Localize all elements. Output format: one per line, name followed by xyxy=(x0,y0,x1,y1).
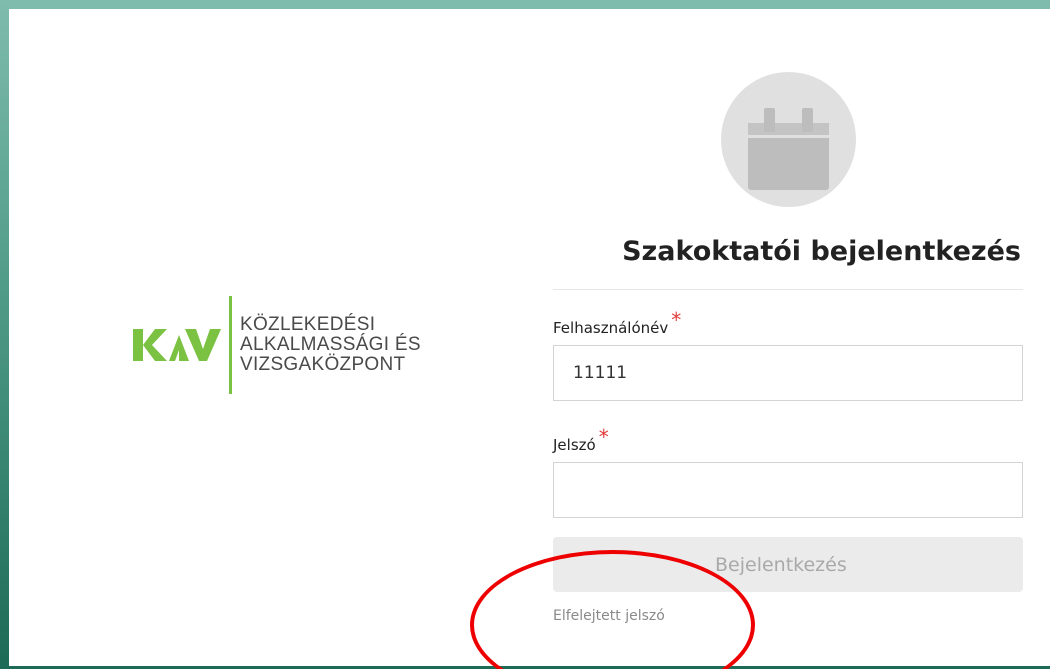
password-label-text: Jelszó xyxy=(553,436,596,454)
page-title: Szakoktatói bejelentkezés xyxy=(622,236,1021,267)
window-frame-left xyxy=(0,0,9,669)
login-button[interactable]: Bejelentkezés xyxy=(553,537,1023,592)
logo-line-3: VIZSGAKÖZPONT xyxy=(240,354,406,375)
required-marker: * xyxy=(598,425,609,449)
login-avatar xyxy=(721,72,856,207)
kav-logo-mark xyxy=(133,329,221,361)
logo-line-2: ALKALMASSÁGI ÉS xyxy=(240,334,421,355)
window-frame-top xyxy=(0,0,1050,9)
username-label: Felhasználónév * xyxy=(553,308,681,338)
username-label-text: Felhasználónév xyxy=(553,319,669,337)
title-divider xyxy=(553,289,1023,290)
username-field[interactable] xyxy=(553,345,1023,401)
required-marker: * xyxy=(671,308,682,332)
password-label: Jelszó * xyxy=(553,425,609,455)
password-field[interactable] xyxy=(553,462,1023,518)
logo-line-1: KÖZLEKEDÉSI xyxy=(240,314,376,335)
forgot-password-link[interactable]: Elfelejtett jelszó xyxy=(553,608,665,624)
calendar-icon xyxy=(748,108,829,190)
logo-wordmark: KÖZLEKEDÉSI ALKALMASSÁGI ÉS VIZSGAKÖZPON… xyxy=(240,315,421,375)
logo-divider xyxy=(229,296,232,394)
kav-logo: KÖZLEKEDÉSI ALKALMASSÁGI ÉS VIZSGAKÖZPON… xyxy=(133,296,421,394)
